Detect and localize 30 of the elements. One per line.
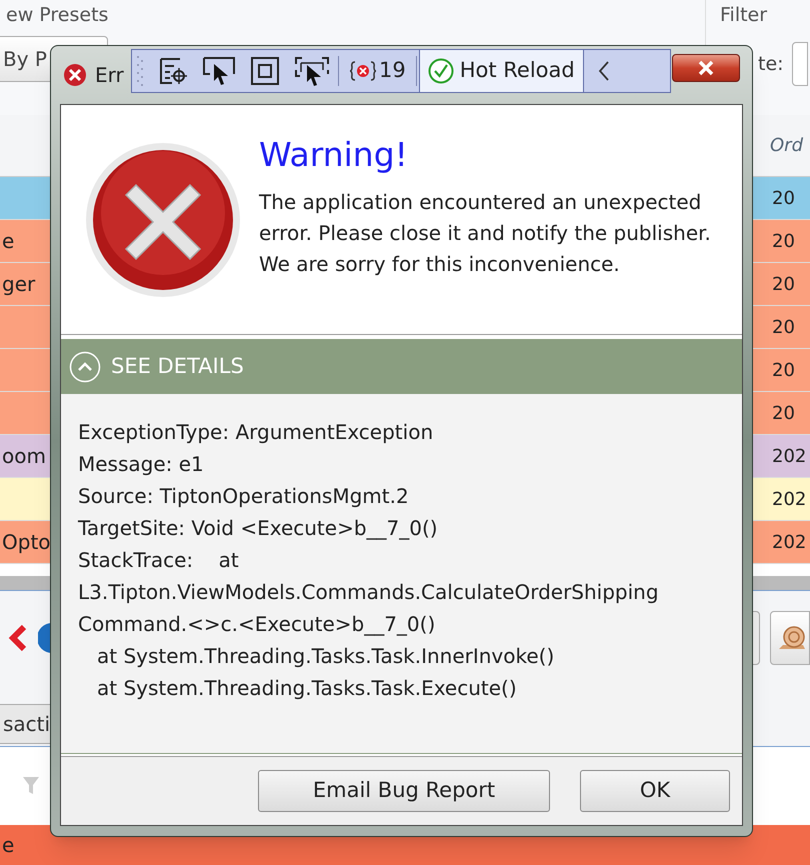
error-message: The application encountered an unexpected error. Please close it and notify the publisher. We are sorry for this inconvenience. bbox=[259, 189, 712, 278]
table-cell-text: 20 bbox=[772, 316, 796, 340]
table-cell-text: 20 bbox=[772, 272, 796, 296]
detail-line: at System.Threading.Tasks.Task.Execute() bbox=[96, 675, 517, 702]
detail-line: TargetSite: Void <Execute>b__7_0() bbox=[78, 515, 438, 542]
detail-line: L3.Tipton.ViewModels.Commands.CalculateOrderShipping bbox=[78, 579, 659, 606]
detail-line: Command.<>c.<Execute>b__7_0() bbox=[78, 611, 436, 638]
table-cell-text: e bbox=[1, 228, 14, 255]
table-cell-text: 20 bbox=[772, 358, 796, 382]
field-label: te: bbox=[758, 52, 784, 77]
detail-line: at System.Threading.Tasks.Task.InnerInvoke() bbox=[96, 643, 554, 670]
window-title: Err bbox=[95, 62, 124, 89]
table-cell-text: oom bbox=[1, 443, 46, 470]
table-cell-text: 20 bbox=[772, 230, 796, 254]
table-cell-text: 202 bbox=[772, 444, 808, 468]
table-cell-text: 202 bbox=[772, 530, 808, 554]
table-cell-text: Opto bbox=[1, 529, 51, 556]
group-label: ew Presets bbox=[5, 3, 110, 28]
table-cell-text: 20 bbox=[772, 402, 796, 426]
detail-line: ExceptionType: ArgumentException bbox=[78, 419, 434, 446]
table-cell-text: ger bbox=[1, 271, 36, 298]
detail-line: StackTrace: at bbox=[78, 547, 239, 574]
table-cell-text: e bbox=[1, 832, 14, 859]
group-label: Filter bbox=[719, 3, 768, 28]
detail-line: Source: TiptonOperationsMgmt.2 bbox=[78, 483, 409, 510]
column-header: Ord bbox=[770, 134, 804, 158]
dialog-heading: Warning! bbox=[259, 134, 409, 176]
table-cell-text: 202 bbox=[772, 488, 808, 512]
detail-line: Message: e1 bbox=[78, 451, 204, 478]
table-cell-text: 20 bbox=[772, 186, 796, 210]
